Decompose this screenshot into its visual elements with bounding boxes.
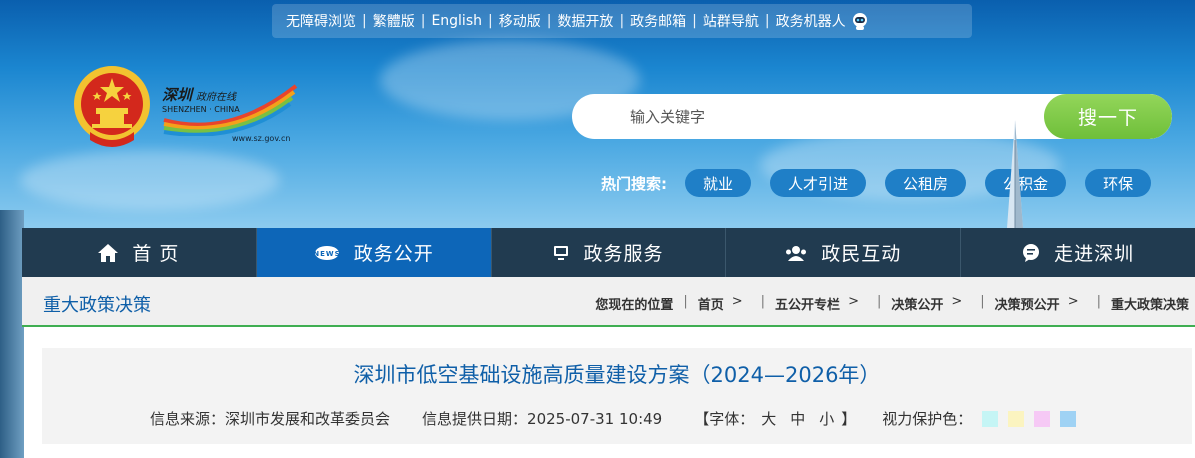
font-size-close: 】 [841, 410, 857, 428]
cloud-decoration [20, 150, 280, 210]
nav-gov-affairs-public-label: 政务公开 [353, 243, 434, 265]
english-link[interactable]: English [431, 13, 482, 29]
nav-home-label: 首 页 [132, 243, 180, 265]
svg-text:NEWS: NEWS [314, 250, 340, 258]
hot-search-bar: 热门搜索: 就业 人才引进 公租房 公积金 环保 [601, 168, 1170, 198]
home-icon [98, 243, 119, 262]
users-icon [785, 245, 807, 261]
eye-care-label: 视力保护色： [882, 410, 973, 428]
eye-color-pink[interactable] [1034, 410, 1051, 427]
chat-bubble-icon [1022, 243, 1040, 262]
date-value: 2025-07-31 10:49 [527, 409, 663, 428]
hot-tag-talent[interactable]: 人才引进 [770, 169, 867, 197]
site-header: 无障碍浏览 | 繁體版 | English | 移动版 | 数据开放 | 政务邮… [0, 0, 1195, 228]
search-box: 搜一下 [572, 94, 1172, 139]
nav-public-interaction-label: 政民互动 [821, 243, 902, 265]
separator: | [488, 13, 493, 29]
font-size-open: 【字体： [694, 410, 755, 428]
national-emblem-icon [74, 66, 150, 147]
separator: | [683, 294, 688, 309]
nav-gov-services-label: 政务服务 [583, 243, 664, 265]
main-nav: 首 页 NEWS 政务公开 政务服务 政民互动 走进深圳 [22, 228, 1195, 277]
source-value: 深圳市发展和改革委员会 [225, 410, 391, 428]
site-nav-link[interactable]: 站群导航 [703, 11, 759, 31]
svg-text:SHENZHEN · CHINA: SHENZHEN · CHINA [162, 105, 240, 114]
article-header: 深圳市低空基础设施高质量建设方案（2024—2026年） 信息来源： 深圳市发展… [42, 348, 1192, 444]
separator: | [692, 13, 697, 29]
nav-gov-affairs-public[interactable]: NEWS 政务公开 [256, 228, 492, 277]
search-button[interactable]: 搜一下 [1044, 94, 1172, 139]
separator: | [1096, 294, 1101, 309]
separator: | [760, 294, 766, 309]
location-label: 您现在的位置 [595, 298, 674, 313]
traditional-chinese-link[interactable]: 繁體版 [373, 11, 415, 31]
breadcrumb-arrow: > [731, 294, 743, 309]
date-label: 信息提供日期： [422, 410, 528, 428]
nav-gov-services[interactable]: 政务服务 [492, 228, 727, 277]
hot-tag-public-housing[interactable]: 公租房 [885, 169, 967, 197]
eye-color-blue[interactable] [1060, 410, 1077, 427]
svg-text:政府在线: 政府在线 [196, 91, 237, 103]
breadcrumb-arrow: > [1067, 294, 1079, 309]
font-medium-button[interactable]: 中 [790, 408, 805, 429]
search-input[interactable] [572, 94, 1052, 139]
nav-about-shenzhen[interactable]: 走进深圳 [961, 228, 1195, 277]
nav-about-shenzhen-label: 走进深圳 [1054, 243, 1135, 265]
mobile-link[interactable]: 移动版 [499, 11, 541, 31]
separator: | [876, 294, 882, 309]
breadcrumb-bar: 重大政策决策 您现在的位置 | 首页 > | 五公开专栏 > | 决策公开 > … [22, 277, 1195, 327]
breadcrumb-arrow: > [951, 294, 963, 309]
eye-color-cyan[interactable] [982, 410, 999, 427]
news-icon: NEWS [314, 245, 340, 261]
font-small-button[interactable]: 小 [819, 408, 834, 429]
separator: | [362, 13, 367, 29]
breadcrumb-five-public[interactable]: 五公开专栏 [775, 294, 840, 313]
skyscraper-decoration [1007, 120, 1023, 228]
separator: | [980, 294, 985, 309]
hot-tag-environment[interactable]: 环保 [1085, 169, 1152, 197]
separator: | [546, 13, 552, 29]
accessibility-link[interactable]: 无障碍浏览 [286, 11, 356, 31]
open-data-link[interactable]: 数据开放 [557, 11, 613, 31]
building-decoration [0, 210, 24, 458]
separator: | [764, 13, 770, 29]
separator: | [619, 13, 625, 29]
breadcrumb-arrow: > [848, 294, 859, 309]
source-label: 信息来源： [150, 410, 226, 428]
breadcrumb-decision-public[interactable]: 决策公开 [891, 294, 943, 313]
eye-color-yellow[interactable] [1008, 410, 1025, 427]
section-title: 重大政策决策 [43, 295, 151, 316]
nav-public-interaction[interactable]: 政民互动 [726, 228, 962, 277]
gov-robot-link[interactable]: 政务机器人 [776, 11, 846, 31]
svg-text:深圳: 深圳 [162, 86, 195, 104]
hot-tag-jobs[interactable]: 就业 [685, 169, 752, 197]
article-meta: 信息来源： 深圳市发展和改革委员会 信息提供日期： 2025-07-31 10:… [150, 408, 1077, 429]
gov-mail-link[interactable]: 政务邮箱 [630, 11, 686, 31]
top-utility-bar: 无障碍浏览 | 繁體版 | English | 移动版 | 数据开放 | 政务邮… [272, 4, 972, 38]
logo-ribbon-graphic: 深圳 政府在线 SHENZHEN · CHINA [162, 84, 298, 137]
breadcrumb-home[interactable]: 首页 [698, 294, 724, 313]
nav-home[interactable]: 首 页 [22, 228, 257, 277]
font-large-button[interactable]: 大 [761, 408, 776, 429]
hot-search-label: 热门搜索: [601, 174, 667, 193]
article-title: 深圳市低空基础设施高质量建设方案（2024—2026年） [353, 363, 881, 387]
monitor-icon [553, 245, 569, 261]
breadcrumb-major-policy[interactable]: 重大政策决策 [1111, 294, 1189, 313]
robot-icon[interactable] [850, 11, 870, 31]
shenzhen-government-logo[interactable]: 深圳 政府在线 SHENZHEN · CHINA www.sz.gov.cn [160, 78, 300, 150]
breadcrumb-decision-prepublic[interactable]: 决策预公开 [995, 294, 1060, 313]
separator: | [420, 13, 426, 29]
site-url-text: www.sz.gov.cn [232, 134, 291, 143]
breadcrumb: 您现在的位置 | 首页 > | 五公开专栏 > | 决策公开 > | 决策预公开… [595, 294, 1189, 313]
